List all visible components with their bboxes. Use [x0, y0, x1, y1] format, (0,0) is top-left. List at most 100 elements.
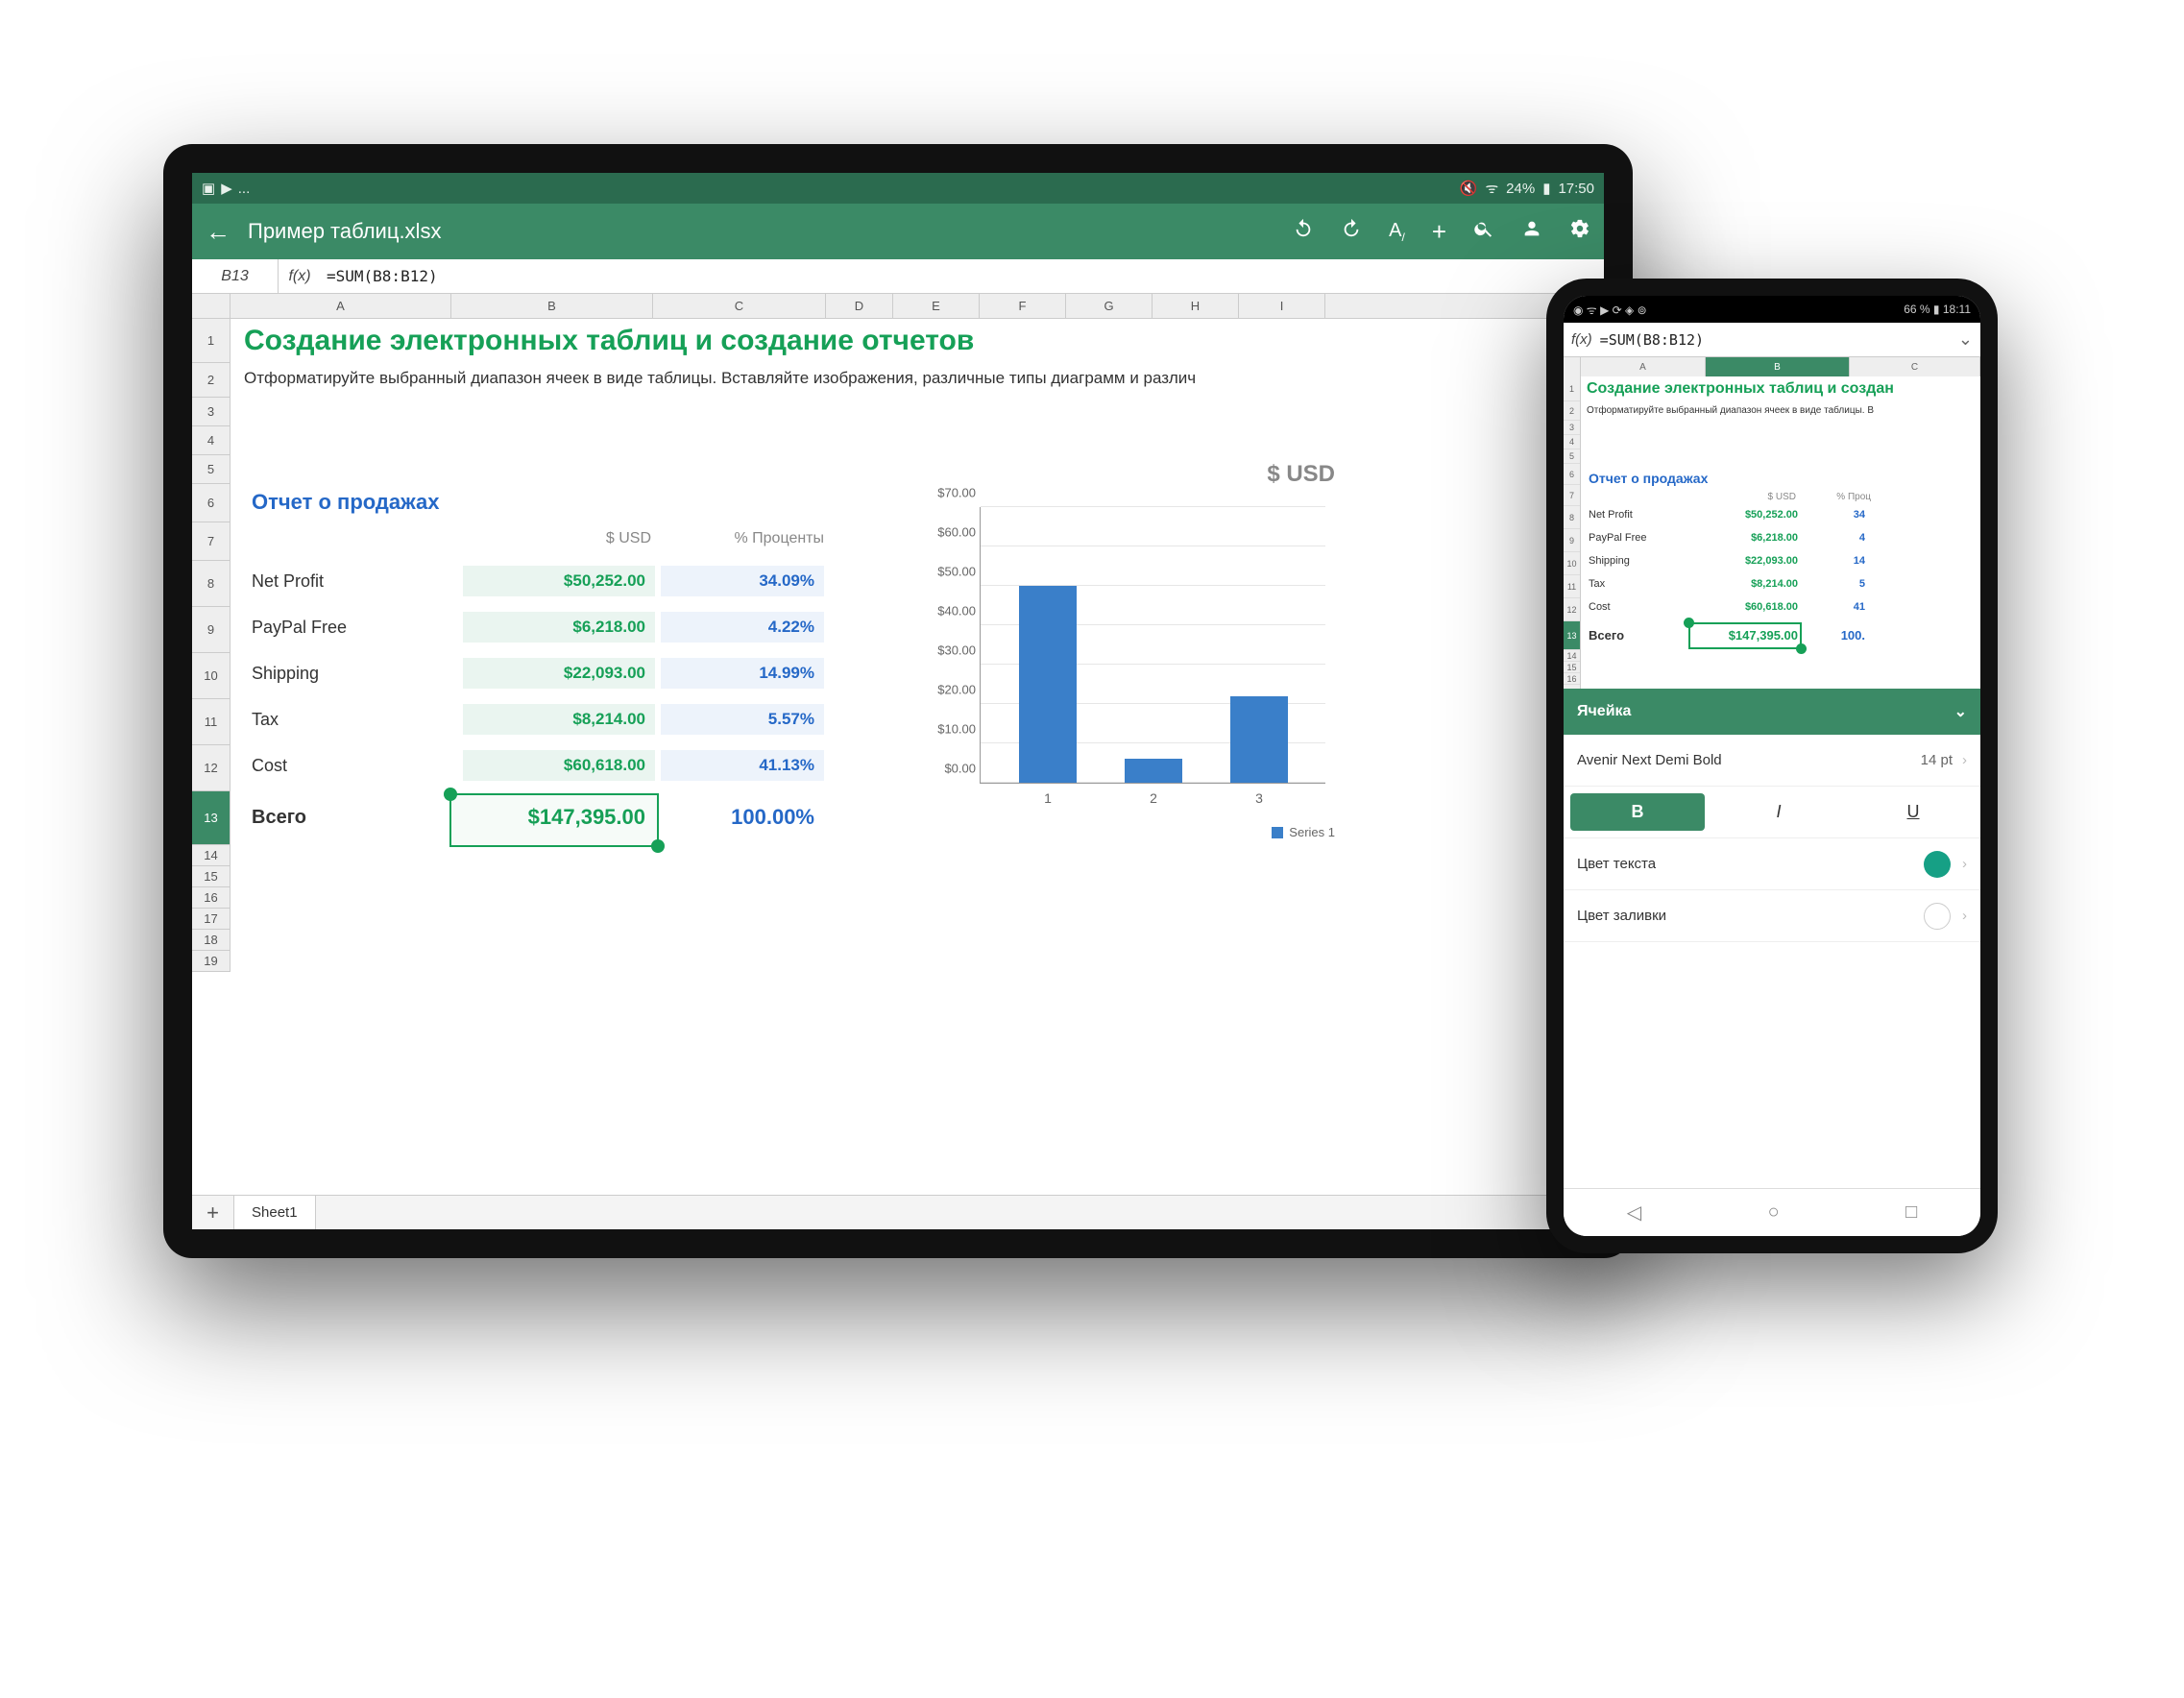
settings-button[interactable]: [1569, 218, 1590, 245]
add-button[interactable]: +: [1432, 217, 1446, 247]
col-header-C[interactable]: C: [653, 294, 826, 318]
table-row[interactable]: PayPal Free $6,218.00 4.22%: [252, 607, 824, 647]
row-label: Net Profit: [252, 571, 463, 592]
row-header[interactable]: 6: [192, 484, 230, 522]
col-header-H[interactable]: H: [1153, 294, 1239, 318]
col-header-I[interactable]: I: [1239, 294, 1325, 318]
row-usd: $60,618.00: [1698, 601, 1798, 613]
col-header-B[interactable]: B: [451, 294, 653, 318]
cell-selection[interactable]: [449, 793, 659, 847]
formula-input[interactable]: =SUM(B8:B12): [321, 267, 1604, 285]
selection-handle[interactable]: [1796, 643, 1807, 654]
row-pct: 4.22%: [661, 612, 824, 643]
redo-button[interactable]: [1341, 218, 1362, 245]
sheet-subtitle[interactable]: Отформатируйте выбранный диапазон ячеек …: [1587, 405, 1874, 416]
cells-area[interactable]: Создание электронных таблиц и создание о…: [231, 319, 1604, 972]
col-header-E[interactable]: E: [893, 294, 980, 318]
back-button[interactable]: ←: [206, 217, 231, 247]
phone-status-bar: ◉ ᯤ ▶ ⟳ ◈ ⊚ 66 % ▮ 18:11: [1564, 296, 1980, 323]
pct-column-header[interactable]: % Проценты: [661, 530, 824, 547]
report-title[interactable]: Отчет о продажах: [1589, 471, 1708, 486]
sheet-title[interactable]: Создание электронных таблиц и создан: [1587, 380, 1894, 398]
phone-column-headers: A B C: [1564, 357, 1980, 376]
chart-legend: Series 1: [1272, 825, 1335, 839]
row-header[interactable]: 4: [192, 426, 230, 455]
undo-button[interactable]: [1293, 218, 1314, 245]
row-header[interactable]: 12: [192, 745, 230, 791]
sheet-title[interactable]: Создание электронных таблиц и создание о…: [244, 325, 1396, 357]
expand-formula-button[interactable]: ⌄: [1958, 329, 1973, 350]
bar-chart[interactable]: $ USD $0.00 $10.00 $20.00: [922, 461, 1345, 845]
report-title[interactable]: Отчет о продажах: [252, 490, 439, 515]
table-row[interactable]: Net Profit $50,252.00 34.09%: [252, 561, 824, 601]
phone-cells[interactable]: Создание электронных таблиц и создан Отф…: [1581, 376, 1980, 689]
table-row[interactable]: Shipping $22,093.00 14: [1589, 555, 1865, 567]
selection-handle[interactable]: [651, 839, 665, 853]
text-color-row[interactable]: Цвет текста ›: [1564, 838, 1980, 890]
row-header-selected[interactable]: 13: [192, 791, 230, 845]
search-button[interactable]: [1473, 218, 1494, 245]
nav-recent-button[interactable]: □: [1905, 1201, 1917, 1224]
col-header-B[interactable]: B: [1706, 357, 1850, 376]
x-tick: 2: [1125, 790, 1182, 806]
status-more: ...: [238, 181, 251, 197]
row-header[interactable]: 2: [192, 363, 230, 398]
select-all-corner[interactable]: [192, 294, 231, 318]
chart-bar: [1230, 696, 1288, 783]
row-header[interactable]: 17: [192, 909, 230, 930]
formula-bar: B13 f(x) =SUM(B8:B12): [192, 259, 1604, 294]
table-row[interactable]: Shipping $22,093.00 14.99%: [252, 653, 824, 693]
status-app-icon: ▶: [221, 180, 232, 197]
italic-button[interactable]: I: [1711, 787, 1846, 837]
user-button[interactable]: [1521, 218, 1542, 245]
row-header[interactable]: 1: [192, 319, 230, 363]
formula-input[interactable]: =SUM(B8:B12): [1600, 331, 1958, 349]
row-header[interactable]: 9: [192, 607, 230, 653]
collapse-panel-icon[interactable]: ⌄: [1954, 702, 1967, 721]
row-header[interactable]: 16: [192, 887, 230, 909]
row-header[interactable]: 10: [192, 653, 230, 699]
table-row[interactable]: Tax $8,214.00 5.57%: [252, 699, 824, 740]
col-header-F[interactable]: F: [980, 294, 1066, 318]
cell-selection[interactable]: [1688, 622, 1802, 649]
underline-button[interactable]: U: [1846, 787, 1980, 837]
usd-column-header[interactable]: $ USD: [469, 530, 651, 547]
row-header[interactable]: 7: [192, 522, 230, 561]
select-all-corner[interactable]: [1564, 357, 1581, 376]
font-button[interactable]: A/: [1389, 220, 1405, 244]
nav-back-button[interactable]: ◁: [1627, 1201, 1641, 1225]
col-header-D[interactable]: D: [826, 294, 893, 318]
phone-spreadsheet[interactable]: 1 2 3 4 5 6 7 8 9 10 11 12 13 14 15 16 С…: [1564, 376, 1980, 689]
col-header-A[interactable]: A: [1581, 357, 1706, 376]
fill-color-row[interactable]: Цвет заливки ›: [1564, 890, 1980, 942]
row-header[interactable]: 14: [192, 845, 230, 866]
sheet-tab[interactable]: Sheet1: [234, 1196, 316, 1229]
selection-handle[interactable]: [444, 788, 457, 801]
battery-icon: ▮: [1542, 180, 1550, 197]
row-header[interactable]: 5: [192, 455, 230, 484]
add-sheet-button[interactable]: +: [192, 1196, 234, 1229]
sheet-subtitle[interactable]: Отформатируйте выбранный диапазон ячеек …: [244, 369, 1492, 388]
row-header[interactable]: 11: [192, 699, 230, 745]
row-header[interactable]: 3: [192, 398, 230, 426]
table-row[interactable]: Cost $60,618.00 41.13%: [252, 745, 824, 786]
table-row[interactable]: Net Profit $50,252.00 34: [1589, 509, 1865, 521]
row-header[interactable]: 18: [192, 930, 230, 951]
cell-reference[interactable]: B13: [192, 259, 279, 293]
nav-home-button[interactable]: ○: [1768, 1201, 1780, 1224]
col-header-C[interactable]: C: [1850, 357, 1980, 376]
font-selector-row[interactable]: Avenir Next Demi Bold 14 pt ›: [1564, 735, 1980, 787]
col-header-A[interactable]: A: [231, 294, 451, 318]
row-header[interactable]: 8: [192, 561, 230, 607]
table-row[interactable]: Cost $60,618.00 41: [1589, 601, 1865, 613]
selection-handle[interactable]: [1684, 618, 1694, 628]
row-pct: 34.09%: [661, 566, 824, 596]
panel-header[interactable]: Ячейка ⌄: [1564, 689, 1980, 735]
spreadsheet-grid[interactable]: A B C D E F G H I 1 2 3 4 5 6 7: [192, 294, 1604, 1195]
bold-button[interactable]: B: [1570, 793, 1705, 831]
table-row[interactable]: Tax $8,214.00 5: [1589, 578, 1865, 590]
table-row[interactable]: PayPal Free $6,218.00 4: [1589, 532, 1865, 544]
col-header-G[interactable]: G: [1066, 294, 1153, 318]
row-header[interactable]: 15: [192, 866, 230, 887]
row-header[interactable]: 19: [192, 951, 230, 972]
